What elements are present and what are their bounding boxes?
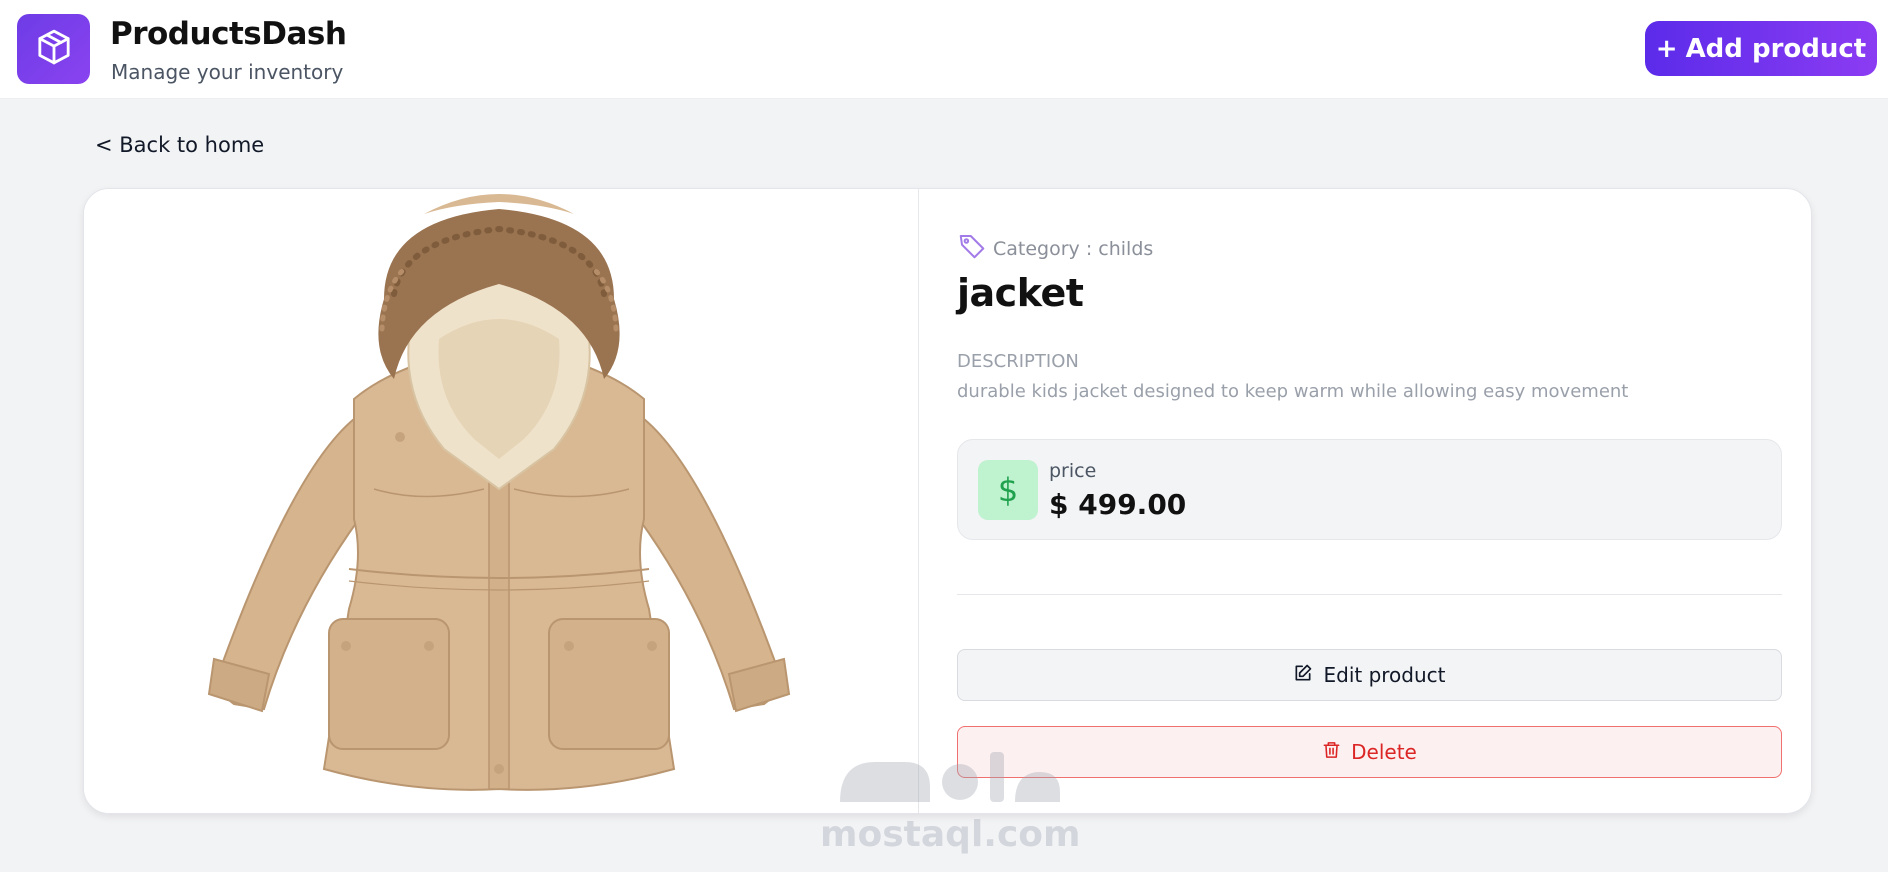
add-product-label: Add product: [1685, 33, 1867, 64]
add-product-button[interactable]: + Add product: [1645, 21, 1877, 76]
delete-label: Delete: [1351, 740, 1417, 764]
product-name: jacket: [957, 271, 1084, 315]
price-value: $ 499.00: [1049, 488, 1187, 521]
watermark-text: mostaql.com: [820, 814, 1081, 855]
description-text: durable kids jacket designed to keep war…: [957, 381, 1629, 402]
box-icon: [34, 27, 74, 72]
tag-icon: [957, 231, 987, 266]
app-logo: [17, 14, 90, 84]
product-card: Category : childs jacket DESCRIPTION dur…: [83, 188, 1812, 814]
plus-icon: +: [1655, 33, 1678, 64]
delete-button[interactable]: Delete: [957, 726, 1782, 778]
edit-product-button[interactable]: Edit product: [957, 649, 1782, 701]
category-row: Category : childs: [957, 231, 1153, 266]
divider: [957, 594, 1782, 595]
edit-icon: [1293, 663, 1313, 688]
brand-title: ProductsDash: [110, 16, 347, 52]
product-image: [84, 189, 919, 813]
brand-subtitle: Manage your inventory: [111, 60, 344, 84]
edit-product-label: Edit product: [1323, 663, 1446, 687]
price-label: price: [1049, 460, 1097, 482]
trash-icon: [1322, 740, 1341, 765]
category-text: Category : childs: [993, 237, 1154, 260]
jacket-image: [207, 194, 791, 791]
price-box: $ price $ 499.00: [957, 439, 1782, 540]
description-label: DESCRIPTION: [957, 351, 1079, 372]
dollar-icon: $: [978, 460, 1038, 520]
app-header: ProductsDash Manage your inventory + Add…: [0, 0, 1888, 98]
product-details: Category : childs jacket DESCRIPTION dur…: [957, 189, 1782, 813]
back-to-home-link[interactable]: < Back to home: [95, 133, 264, 157]
